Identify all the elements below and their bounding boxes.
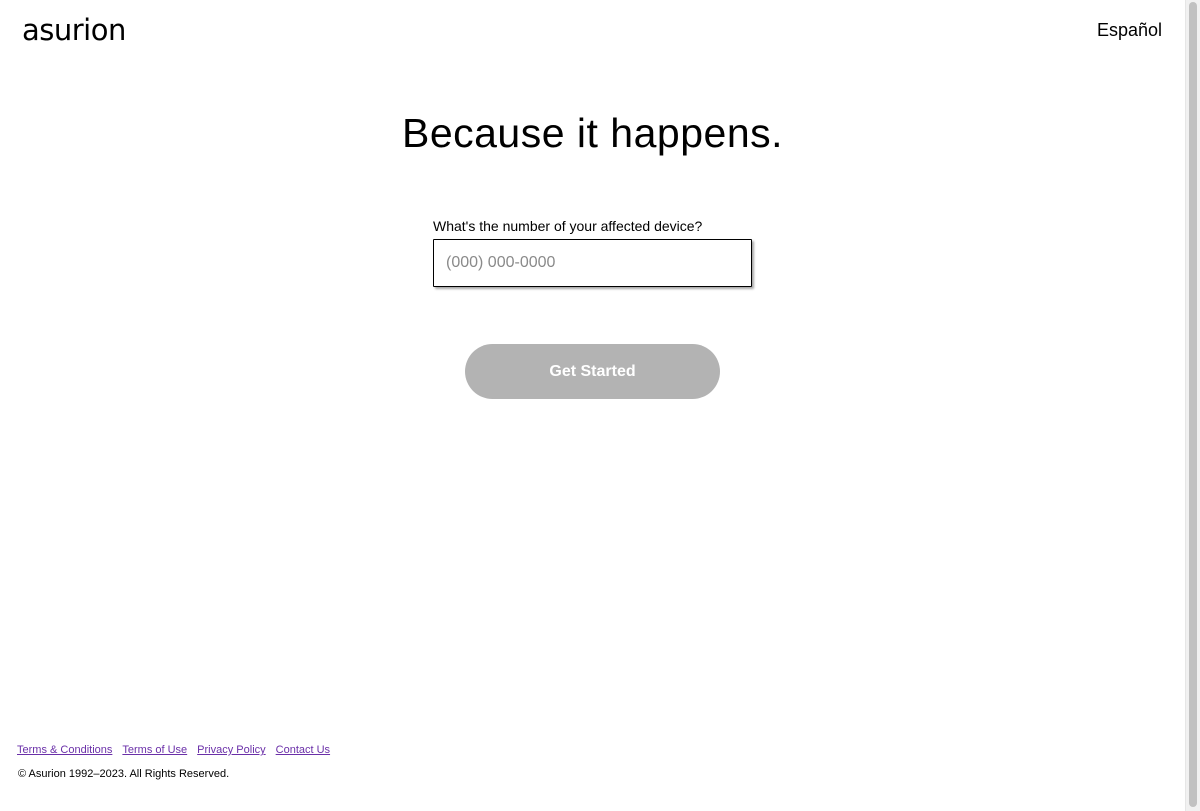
terms-of-use-link[interactable]: Terms of Use (122, 742, 187, 758)
page: asurion Español Because it happens. What… (0, 0, 1185, 811)
privacy-policy-link[interactable]: Privacy Policy (197, 742, 265, 758)
page-headline: Because it happens. (401, 110, 784, 156)
phone-number-input[interactable] (433, 239, 752, 287)
asurion-logo[interactable]: asurion (22, 10, 126, 50)
language-switch-link[interactable]: Español (1097, 19, 1162, 41)
terms-conditions-link[interactable]: Terms & Conditions (17, 742, 112, 758)
footer-links: Terms & Conditions Terms of Use Privacy … (17, 742, 330, 758)
scrollbar-thumb[interactable] (1189, 2, 1197, 807)
copyright-text: © Asurion 1992–2023. All Rights Reserved… (18, 768, 230, 780)
phone-field-label: What's the number of your affected devic… (433, 218, 703, 234)
contact-us-link[interactable]: Contact Us (276, 742, 330, 758)
vertical-scrollbar[interactable] (1185, 0, 1200, 811)
get-started-button[interactable]: Get Started (465, 344, 720, 399)
